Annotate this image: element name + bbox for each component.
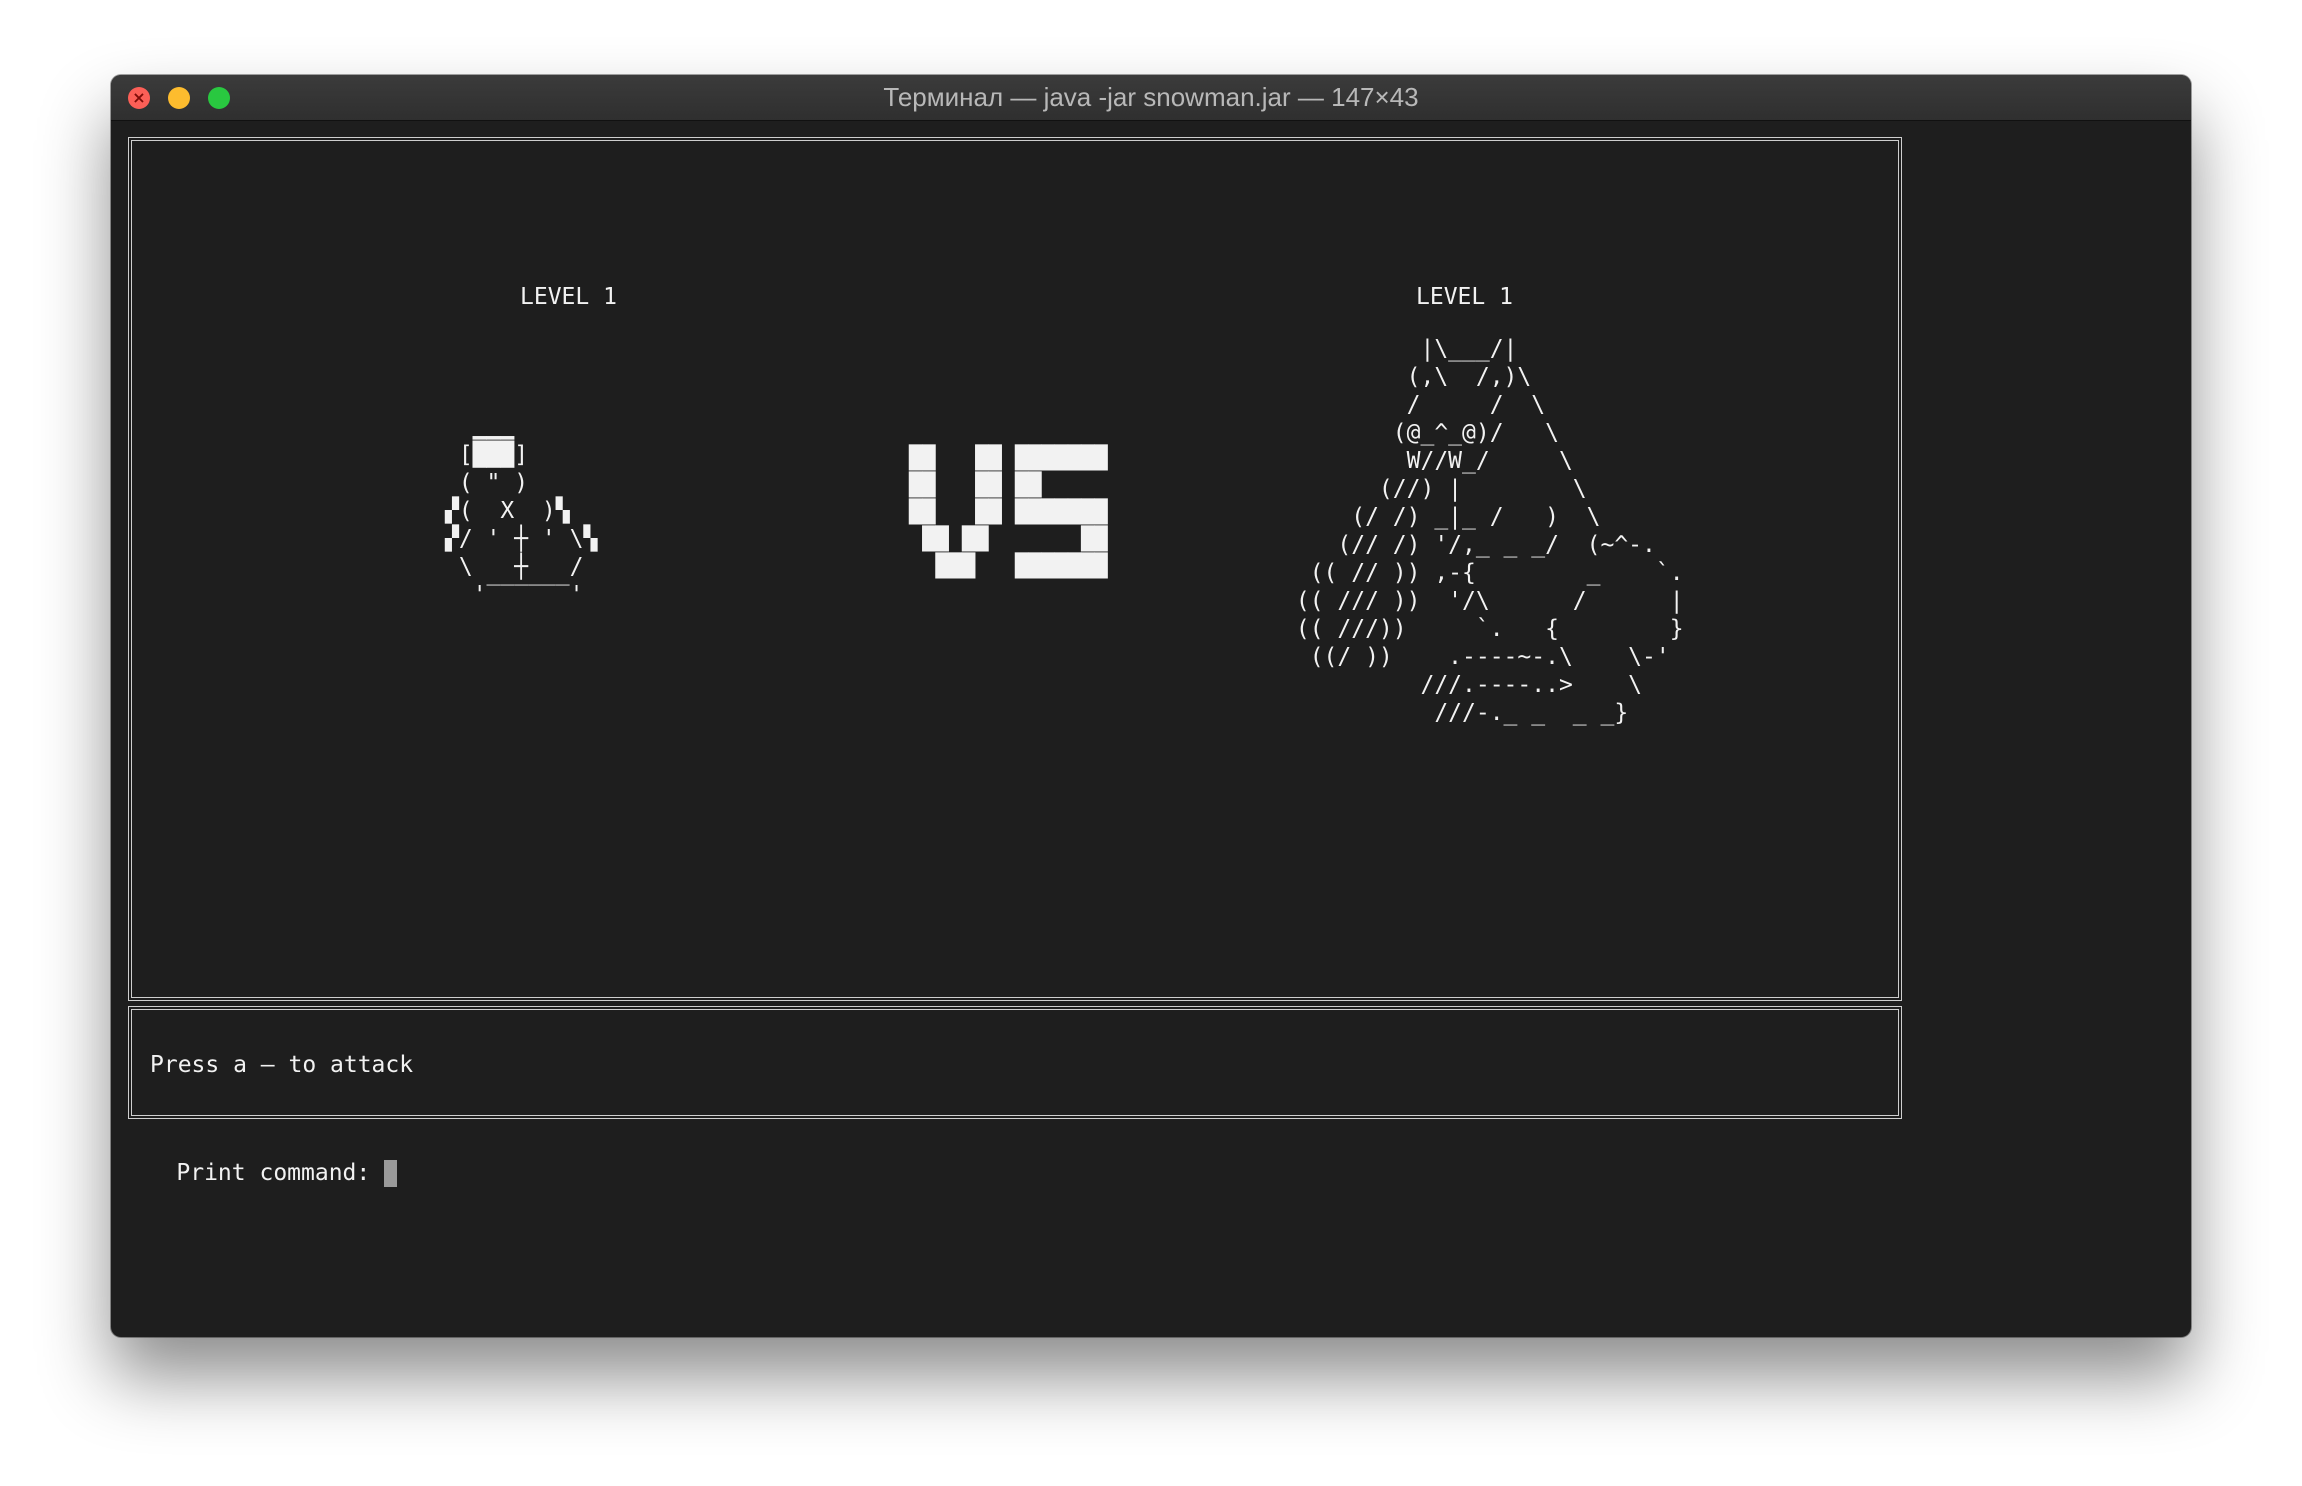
message-panel: Press a – to attack: [128, 1006, 1902, 1119]
game-area: LEVEL 1 ▁▁▁ [███] ( " ) ▞( X )▚ ▞/ ' ┼ '…: [128, 137, 1902, 1001]
prompt-label: Print command:: [176, 1160, 371, 1186]
message-text: Press a – to attack: [150, 1052, 414, 1078]
enemy-level-label: LEVEL 1: [1416, 284, 1513, 310]
snowman-ascii-art: ▁▁▁ [███] ( " ) ▞( X )▚ ▞/ ' ┼ ' \▚ \ ┼ …: [445, 414, 598, 608]
terminal-window: × Терминал — java -jar snowman.jar — 147…: [111, 75, 2191, 1337]
command-prompt[interactable]: Print command:: [121, 1131, 398, 1215]
title-bar[interactable]: × Терминал — java -jar snowman.jar — 147…: [111, 75, 2191, 121]
text-cursor[interactable]: [384, 1160, 398, 1187]
versus-ascii-art: ██ ██ ███████ ██ ██ ██ ██ ██ ███████ ██ …: [909, 446, 1108, 579]
enemy-ascii-art: |\___/| (,\ /,)\ / / \ (@_^_@)/ \ W//W_/…: [1295, 336, 1684, 726]
window-title: Терминал — java -jar snowman.jar — 147×4…: [883, 82, 1419, 112]
player-level-label: LEVEL 1: [520, 284, 617, 310]
